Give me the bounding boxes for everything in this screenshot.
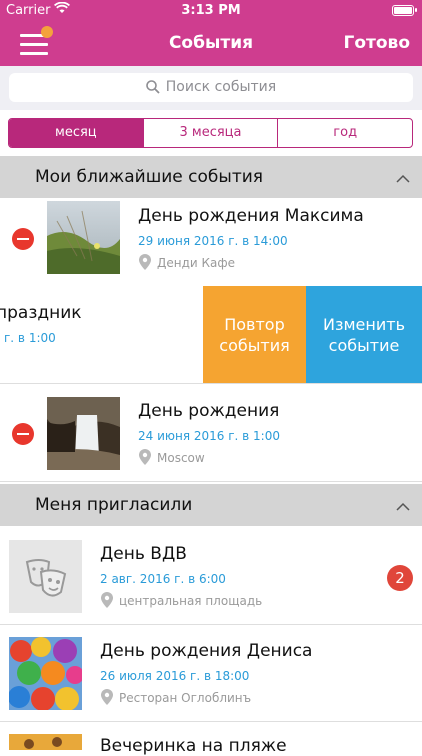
event-photo [47, 397, 120, 470]
edit-event-button[interactable]: Изменить событие [306, 286, 422, 383]
segment-month[interactable]: месяц [9, 119, 143, 147]
repeat-event-label: Повтор события [219, 314, 290, 355]
battery-icon [392, 5, 417, 16]
location-pin-icon [101, 689, 113, 705]
segment-year[interactable]: год [277, 119, 412, 147]
list-item-swiped[interactable]: праздник г. в 1:00 Повтор события Измени… [0, 286, 422, 384]
event-title: День рождения Дениса [100, 641, 313, 661]
list-item[interactable]: День рождения Дениса 26 июля 2016 г. в 1… [0, 625, 422, 722]
delete-icon[interactable] [12, 423, 34, 445]
list-item[interactable]: День ВДВ 2 авг. 2016 г. в 6:00 центральн… [0, 528, 422, 625]
list-item[interactable]: День рождения 24 июня 2016 г. в 1:00 Mos… [0, 385, 422, 482]
delete-icon[interactable] [12, 228, 34, 250]
event-place: Ресторан Оглоблинъ [119, 691, 252, 705]
list-item[interactable]: Вечеринка на пляже [0, 722, 422, 756]
clock: 3:13 PM [181, 3, 241, 18]
section-title: Мои ближайшие события [35, 167, 263, 187]
search-placeholder: Поиск события [165, 79, 277, 95]
event-date: г. в 1:00 [4, 331, 56, 345]
event-title: Вечеринка на пляже [100, 736, 287, 756]
section-header-mine[interactable]: Мои ближайшие события [0, 156, 422, 198]
event-photo [9, 734, 82, 750]
location-pin-icon [101, 592, 113, 608]
nav-bar: События Готово [0, 22, 422, 66]
event-title: День рождения [138, 401, 280, 421]
event-title: праздник [0, 303, 82, 323]
location-pin-icon [139, 449, 151, 465]
chevron-up-icon [396, 502, 410, 511]
event-date: 26 июля 2016 г. в 18:00 [100, 669, 250, 683]
event-photo [47, 201, 120, 274]
event-date: 2 авг. 2016 г. в 6:00 [100, 572, 226, 586]
segmented-control: месяц 3 месяца год [8, 118, 413, 148]
event-place: Денди Кафе [157, 256, 236, 270]
edit-event-label: Изменить событие [323, 314, 405, 355]
chevron-up-icon [396, 174, 410, 183]
theater-masks-icon [9, 540, 82, 613]
search-input[interactable]: Поиск события [9, 73, 413, 102]
list-item[interactable]: День рождения Максима 29 июня 2016 г. в … [0, 198, 422, 295]
search-icon [145, 80, 160, 94]
notification-badge: 2 [387, 565, 413, 591]
event-place: центральная площадь [119, 594, 263, 608]
segment-3-months[interactable]: 3 месяца [142, 119, 278, 147]
repeat-event-button[interactable]: Повтор события [203, 286, 306, 383]
search-bar: Поиск события [0, 66, 422, 110]
event-date: 24 июня 2016 г. в 1:00 [138, 429, 280, 443]
event-title: День ВДВ [100, 544, 187, 564]
event-date: 29 июня 2016 г. в 14:00 [138, 234, 288, 248]
event-title: День рождения Максима [138, 206, 364, 226]
section-title: Меня пригласили [35, 495, 193, 515]
done-button[interactable]: Готово [344, 33, 410, 53]
location-pin-icon [139, 254, 151, 270]
status-bar: Carrier 3:13 PM [0, 0, 422, 22]
period-filter: месяц 3 месяца год [0, 110, 422, 156]
section-header-invited[interactable]: Меня пригласили [0, 484, 422, 526]
event-photo [9, 637, 82, 710]
event-place: Moscow [157, 451, 205, 465]
